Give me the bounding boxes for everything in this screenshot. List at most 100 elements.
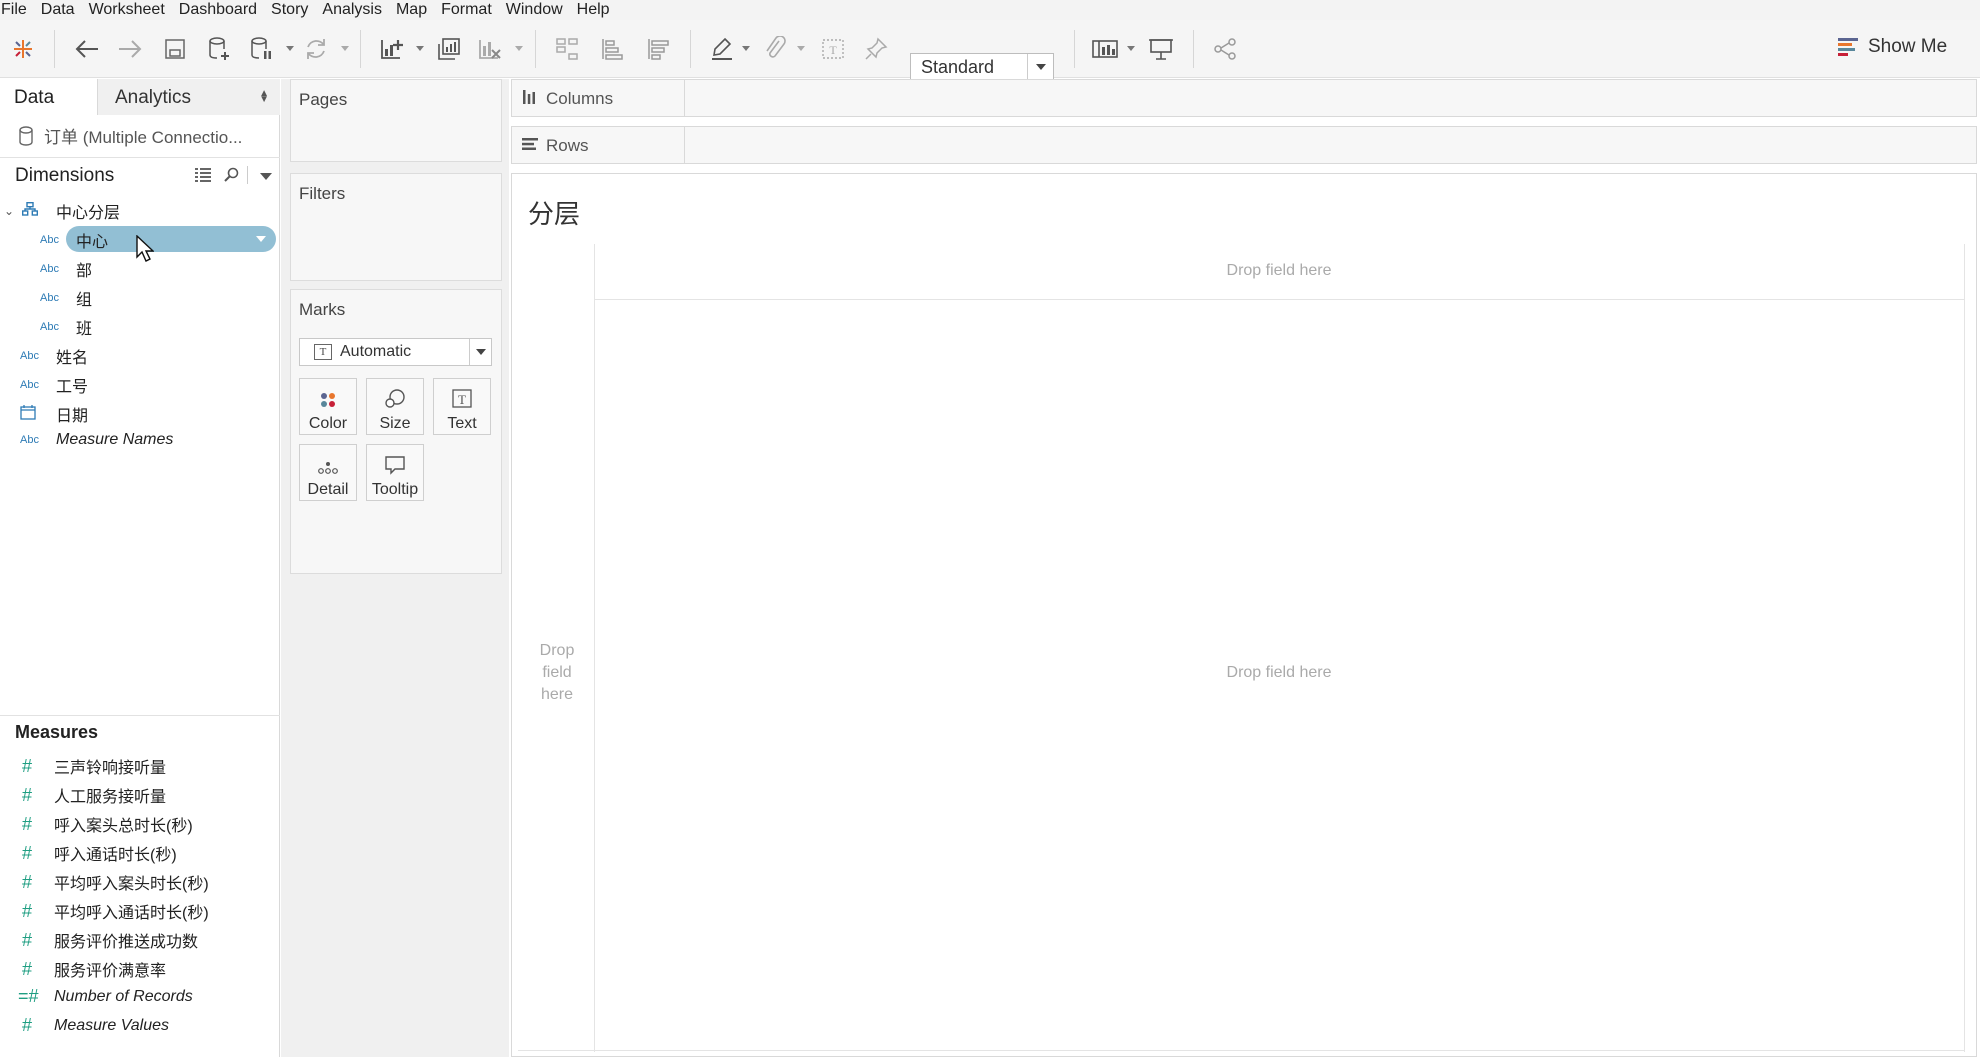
measure-item[interactable]: =# Number of Records xyxy=(18,986,193,1007)
dimensions-title: Dimensions xyxy=(15,165,115,186)
field-employee-id[interactable]: Abc 工号 xyxy=(20,373,88,397)
search-icon[interactable] xyxy=(224,167,240,188)
up-down-icon: ▲ ▼ xyxy=(259,88,269,105)
measure-item[interactable]: # 服务评价推送成功数 xyxy=(22,928,198,952)
columns-shelf[interactable]: Columns xyxy=(511,79,1977,117)
menu-story[interactable]: Story xyxy=(267,1,308,19)
tableau-logo-icon[interactable] xyxy=(8,34,38,64)
menu-dashboard[interactable]: Dashboard xyxy=(175,1,257,19)
measure-item[interactable]: # 平均呼入通话时长(秒) xyxy=(22,899,209,923)
svg-text:T: T xyxy=(458,392,466,407)
rows-icon xyxy=(522,138,538,150)
highlight-icon[interactable] xyxy=(707,34,737,64)
measure-item[interactable]: # 人工服务接听量 xyxy=(22,783,166,807)
menu-window[interactable]: Window xyxy=(502,1,563,19)
field-group[interactable]: Abc 组 xyxy=(40,286,92,310)
abc-icon: Abc xyxy=(20,350,39,362)
chevron-down-icon[interactable] xyxy=(1027,54,1053,80)
field-name-col[interactable]: Abc 姓名 xyxy=(20,344,88,368)
chevron-down-icon[interactable] xyxy=(469,339,491,365)
text-label: Text xyxy=(447,415,477,432)
worksheet-title[interactable]: 分层 xyxy=(528,194,580,231)
view-list-icon[interactable] xyxy=(195,168,211,187)
fit-select-value: Standard xyxy=(921,57,995,77)
measure-hash-icon: # xyxy=(22,929,33,950)
measure-item[interactable]: # 呼入通话时长(秒) xyxy=(22,841,177,865)
measure-hash-icon: # xyxy=(22,958,33,979)
drop-field-top[interactable]: Drop field here xyxy=(594,262,1964,280)
field-name: 人工服务接听量 xyxy=(54,789,167,806)
show-cards-icon[interactable] xyxy=(1090,34,1120,64)
redo-icon[interactable] xyxy=(115,34,145,64)
color-icon xyxy=(300,379,356,409)
drop-field-left[interactable]: Drop field here xyxy=(526,640,588,706)
field-shift[interactable]: Abc 班 xyxy=(40,315,92,339)
presentation-mode-icon[interactable] xyxy=(1146,34,1176,64)
filters-card[interactable]: Filters xyxy=(290,173,502,281)
data-pane: Data Analytics ▲ ▼ 订单 (Multiple Connectio… xyxy=(0,79,280,1057)
pane-menu-chevron-icon[interactable] xyxy=(260,173,272,180)
drop-field-center[interactable]: Drop field here xyxy=(594,664,1964,682)
size-button[interactable]: Size xyxy=(366,378,424,435)
color-button[interactable]: Color xyxy=(299,378,357,435)
field-dept[interactable]: Abc 部 xyxy=(40,257,92,281)
show-mark-labels-icon[interactable]: T xyxy=(818,34,848,64)
data-connection[interactable]: 订单 (Multiple Connectio... xyxy=(18,123,242,148)
tab-analytics[interactable]: Analytics ▲ ▼ xyxy=(97,79,280,115)
measure-item[interactable]: # 三声铃响接听量 xyxy=(22,754,166,778)
menu-map[interactable]: Map xyxy=(392,1,427,19)
mark-type-select[interactable]: T Automatic xyxy=(299,338,492,366)
measure-item[interactable]: # Measure Values xyxy=(22,1015,169,1036)
duplicate-sheet-icon[interactable] xyxy=(434,34,464,64)
new-data-source-icon[interactable] xyxy=(204,34,234,64)
pill-dropdown-icon[interactable] xyxy=(256,236,266,242)
group-members-icon[interactable] xyxy=(760,34,790,64)
measure-hash-icon: =# xyxy=(18,986,39,1006)
field-measure-names[interactable]: Abc Measure Names xyxy=(20,431,173,449)
menu-analysis[interactable]: Analysis xyxy=(318,1,382,19)
fix-axes-icon[interactable] xyxy=(861,34,891,64)
sort-descending-icon[interactable] xyxy=(643,34,673,64)
save-icon[interactable] xyxy=(160,34,190,64)
pause-updates-icon[interactable] xyxy=(246,34,276,64)
menu-format[interactable]: Format xyxy=(437,1,492,19)
clear-sheet-icon[interactable] xyxy=(475,34,505,64)
tooltip-button[interactable]: Tooltip xyxy=(366,444,424,501)
field-name: 呼入通话时长(秒) xyxy=(54,847,177,864)
menu-data[interactable]: Data xyxy=(37,1,75,19)
data-pane-tabs: Data Analytics ▲ ▼ xyxy=(0,79,280,115)
measure-item[interactable]: # 呼入案头总时长(秒) xyxy=(22,812,193,836)
menu-help[interactable]: Help xyxy=(573,1,610,19)
field-date[interactable]: 日期 xyxy=(20,402,88,426)
collapse-chevron-icon[interactable]: ⌄ xyxy=(4,204,22,218)
swap-rows-columns-icon[interactable] xyxy=(552,34,582,64)
refresh-icon[interactable] xyxy=(301,34,331,64)
detail-button[interactable]: Detail xyxy=(299,444,357,501)
share-icon[interactable] xyxy=(1210,34,1240,64)
tab-analytics-label: Analytics xyxy=(115,87,192,108)
sort-ascending-icon[interactable] xyxy=(597,34,627,64)
rows-label: Rows xyxy=(546,136,589,155)
tab-data[interactable]: Data xyxy=(0,79,97,115)
fit-select[interactable]: Standard xyxy=(910,53,1054,81)
calendar-icon xyxy=(20,405,56,423)
field-center[interactable]: Abc 中心 xyxy=(40,228,108,252)
menu-worksheet[interactable]: Worksheet xyxy=(85,1,165,19)
filters-title: Filters xyxy=(299,184,346,203)
measure-item[interactable]: # 平均呼入案头时长(秒) xyxy=(22,870,209,894)
pages-card[interactable]: Pages xyxy=(290,79,502,162)
measure-item[interactable]: # 服务评价满意率 xyxy=(22,957,166,981)
menu-file[interactable]: File xyxy=(0,1,27,19)
text-mark-icon: T xyxy=(314,344,332,360)
hierarchy-item[interactable]: ⌄ 中心分层 xyxy=(4,199,120,223)
show-me-button[interactable]: Show Me xyxy=(1838,36,1947,58)
new-worksheet-icon[interactable] xyxy=(377,34,407,64)
tooltip-icon xyxy=(367,445,423,475)
field-name: 中心 xyxy=(76,234,109,251)
color-label: Color xyxy=(308,415,348,432)
detail-icon xyxy=(300,445,356,475)
undo-icon[interactable] xyxy=(72,34,102,64)
field-name: Number of Records xyxy=(54,987,193,1005)
rows-shelf[interactable]: Rows xyxy=(511,126,1977,164)
text-button[interactable]: T Text xyxy=(433,378,491,435)
